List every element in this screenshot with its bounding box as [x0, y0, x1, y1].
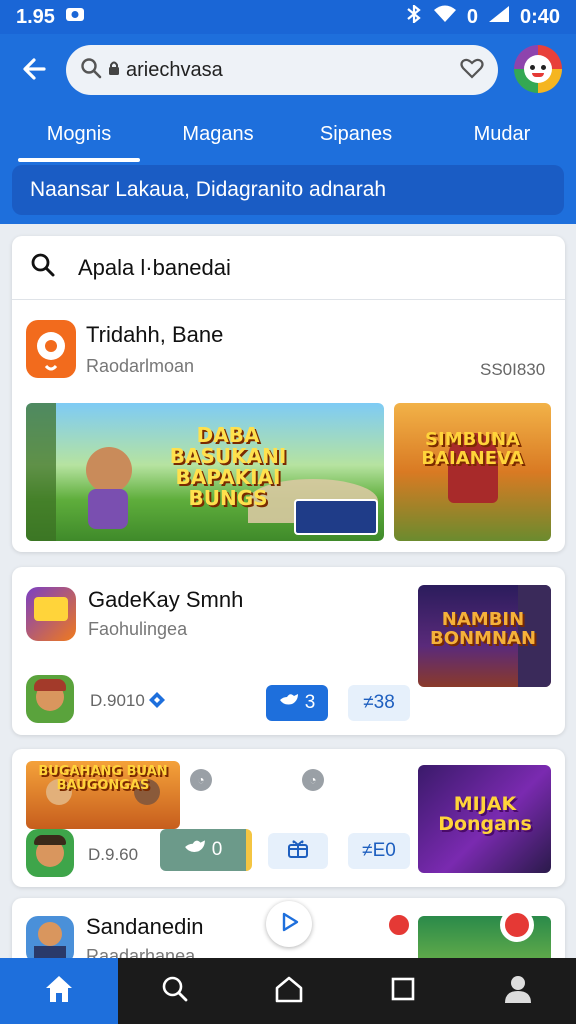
app-subtitle: Raodarlmoan: [86, 356, 195, 376]
app-title[interactable]: Sandanedin: [86, 914, 203, 940]
app-meta: D.9.60: [88, 845, 139, 864]
search-icon: [30, 252, 56, 283]
nav-home[interactable]: [0, 958, 118, 1024]
app-card: Apala l·banedai Tridahh, Bane Raodarlmoa…: [12, 236, 565, 552]
game-title-text: NAMBIN BONMNAN: [429, 609, 537, 649]
search-icon: [80, 57, 102, 84]
home-icon: [43, 974, 75, 1009]
wifi-icon: [433, 5, 457, 29]
bird-icon: [184, 838, 206, 862]
person-icon: [503, 974, 533, 1009]
record-badge[interactable]: [386, 912, 412, 938]
like-count: 0: [211, 839, 223, 860]
app-icon[interactable]: [26, 320, 76, 378]
app-card: BUGAHANG BUAN BAUGONGAS ◔ ◔ D.9.60 0 ≠E0…: [12, 749, 565, 887]
search-input[interactable]: ariechvasa: [126, 59, 223, 82]
like-button[interactable]: 3: [266, 685, 328, 721]
card-search-query[interactable]: Apala l·banedai: [78, 255, 231, 281]
card-search-row[interactable]: Apala l·banedai: [12, 236, 565, 300]
play-button[interactable]: [266, 901, 312, 947]
app-title[interactable]: GadeKay Smnh: [88, 587, 243, 613]
tab-mudar[interactable]: Mudar: [454, 112, 550, 162]
heart-icon[interactable]: [460, 57, 484, 84]
game-screenshot[interactable]: DABA BASUKANI BAPAKIAI BUNGS: [26, 403, 384, 541]
game-screenshot[interactable]: NAMBIN BONMNAN: [418, 585, 551, 687]
share-button[interactable]: ≠E0: [348, 833, 410, 869]
game-title-text: DABA BASUKANI BAPAKIAI BUNGS: [169, 423, 287, 510]
bluetooth-icon: [405, 3, 423, 29]
nav-library[interactable]: [232, 958, 346, 1024]
signal-icon: [488, 5, 510, 29]
info-badge: ◔: [302, 769, 324, 791]
app-icon[interactable]: [26, 829, 74, 877]
back-arrow-icon[interactable]: [20, 54, 50, 84]
lock-icon: [108, 60, 120, 81]
search-icon: [161, 975, 189, 1008]
play-icon: [278, 911, 300, 938]
like-count: 3: [304, 692, 316, 713]
square-icon: [390, 976, 416, 1007]
app-icon[interactable]: [26, 675, 74, 723]
tab-magans[interactable]: Magans: [168, 112, 268, 162]
app-meta: SS0I830: [480, 360, 546, 379]
camera-icon: [65, 5, 85, 29]
game-screenshot[interactable]: BUGAHANG BUAN BAUGONGAS: [26, 761, 180, 829]
gift-button[interactable]: [268, 833, 328, 869]
game-screenshot[interactable]: SIMBUNA BAIANEVA: [394, 403, 551, 541]
avatar-face: [524, 55, 552, 83]
game-title-text: BUGAHANG BUAN BAUGONGAS: [38, 764, 168, 793]
share-button[interactable]: ≠38: [348, 685, 410, 721]
status-signal-value: 0: [466, 5, 478, 28]
nav-profile[interactable]: [460, 958, 576, 1024]
gift-icon: [286, 837, 310, 865]
status-time: 1.95: [16, 5, 55, 28]
record-badge[interactable]: [500, 908, 534, 942]
diamond-icon: [148, 691, 166, 714]
home-outline-icon: [274, 975, 304, 1008]
tab-bar: Mognis Magans Sipanes Mudar: [0, 112, 576, 164]
app-icon[interactable]: [26, 587, 76, 641]
like-button[interactable]: 0: [160, 829, 252, 871]
tab-sipanes[interactable]: Sipanes: [304, 112, 408, 162]
game-title-text: MIJAK Dongans: [438, 793, 532, 835]
tab-mognis[interactable]: Mognis: [18, 112, 140, 162]
bird-icon: [279, 692, 299, 714]
avatar[interactable]: [514, 45, 562, 93]
info-badge: ◔: [190, 769, 212, 791]
game-screenshot[interactable]: MIJAK Dongans: [418, 765, 551, 873]
nav-search[interactable]: [118, 958, 232, 1024]
app-meta: D.9010: [90, 691, 145, 710]
bottom-nav: [0, 958, 576, 1024]
nav-recents[interactable]: [346, 958, 460, 1024]
status-bar: 1.95 0 0:40: [0, 0, 576, 34]
info-banner[interactable]: Naansar Lakaua, Didagranito adnarah: [12, 165, 564, 215]
app-card: GadeKay Smnh Faohulingea D.9010 3 ≠38 NA…: [12, 567, 565, 735]
status-battery: 0:40: [519, 5, 560, 28]
search-bar[interactable]: ariechvasa: [66, 45, 498, 95]
app-icon[interactable]: [26, 916, 74, 964]
app-subtitle: Faohulingea: [88, 619, 188, 639]
app-title[interactable]: Tridahh, Bane: [86, 322, 223, 348]
game-title-text: SIMBUNA BAIANEVA: [421, 429, 524, 469]
